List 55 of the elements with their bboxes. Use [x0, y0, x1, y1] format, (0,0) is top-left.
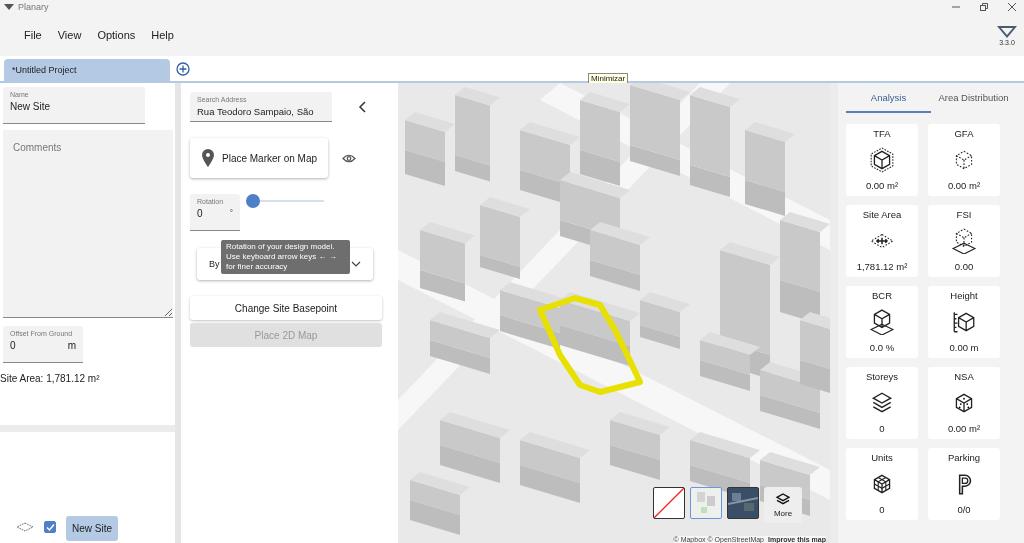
- menu-item[interactable]: View: [49, 29, 90, 41]
- splitter-handle[interactable]: [0, 425, 181, 432]
- metric-label: Parking: [947, 452, 981, 463]
- tooltip: Rotation of your design model. Use keyboard arrow keys ← → for finer accuracy: [221, 240, 350, 274]
- metric-value: 0.00 m²: [947, 180, 981, 191]
- metric-label: BCR: [871, 290, 893, 301]
- metric-label: GFA: [954, 128, 974, 139]
- action-button[interactable]: Change Site Basepoint: [190, 296, 382, 320]
- chevron-down-icon: [351, 261, 361, 267]
- close-icon[interactable]: [1008, 3, 1016, 11]
- cube-on-plane-icon: [869, 308, 895, 335]
- site-outline-icon: [16, 522, 34, 532]
- site-area-text: Site Area: 1,781.12 m²: [0, 373, 101, 384]
- metric-value: 0: [879, 423, 885, 434]
- metric-value: 1,781.12 m²: [856, 261, 908, 272]
- metric-label: TFA: [873, 128, 891, 139]
- window-title: Planary: [18, 2, 49, 12]
- cube-on-plane-icon: [951, 227, 977, 254]
- panel-tab[interactable]: Analysis: [846, 83, 931, 113]
- metric-value: 0.00 m²: [865, 180, 899, 191]
- menu-item[interactable]: Help: [143, 29, 182, 41]
- metric-label: NSA: [954, 371, 974, 382]
- metric-label: Site Area: [862, 209, 902, 220]
- project-tab[interactable]: *Untitled Project: [4, 59, 170, 81]
- metric-value: 0.00 m: [949, 342, 979, 353]
- panel-tab[interactable]: Area Distribution: [931, 83, 1016, 113]
- menu-item[interactable]: File: [16, 29, 50, 41]
- metric-value: 0.0 %: [869, 342, 895, 353]
- app-logo-icon: [4, 4, 14, 10]
- more-layers-button[interactable]: More: [764, 487, 802, 523]
- minimize-icon[interactable]: [952, 3, 960, 11]
- comments-field[interactable]: Comments: [3, 130, 173, 318]
- metric-value: 0.00: [954, 261, 974, 272]
- place-marker-button[interactable]: Place Marker on Map: [190, 138, 328, 178]
- metric-label: Storeys: [865, 371, 899, 382]
- app-logo-icon: [996, 24, 1018, 39]
- cube-icon: [869, 146, 895, 173]
- metric-value: 0.00 m²: [947, 423, 981, 434]
- metric-value: 0: [879, 504, 885, 515]
- metric-label: FSI: [956, 209, 972, 220]
- metric-value: 0/0: [957, 504, 971, 515]
- visibility-checkbox[interactable]: [44, 521, 56, 533]
- metric-label: Height: [950, 290, 978, 301]
- splitter-handle[interactable]: [830, 83, 838, 543]
- eye-icon[interactable]: [342, 153, 356, 163]
- restore-icon[interactable]: [980, 3, 988, 11]
- menu-item[interactable]: Options: [89, 29, 144, 41]
- rotation-slider[interactable]: [248, 194, 324, 208]
- site-item[interactable]: New Site: [66, 516, 118, 541]
- map-style-button[interactable]: [653, 487, 685, 519]
- metric-label: Units: [871, 452, 893, 463]
- map-pin-icon: [202, 149, 214, 167]
- chevron-left-icon[interactable]: [358, 101, 366, 113]
- add-tab-icon[interactable]: [176, 62, 190, 76]
- slider-thumb[interactable]: [246, 194, 260, 208]
